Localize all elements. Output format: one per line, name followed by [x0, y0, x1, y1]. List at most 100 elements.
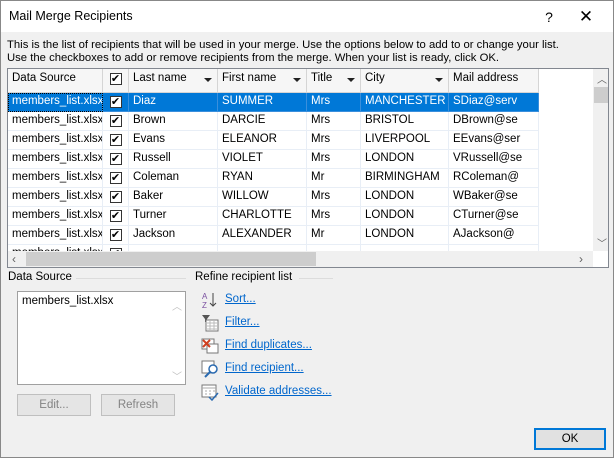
city-cell: LIVERPOOL [361, 131, 449, 150]
include-checkbox[interactable]: ✔ [109, 153, 122, 165]
data-source-cell: members_list.xlsx [8, 226, 103, 245]
city-cell: LONDON [361, 226, 449, 245]
help-button[interactable]: ? [537, 5, 561, 29]
city-cell: LONDON [361, 150, 449, 169]
divider [76, 278, 186, 279]
sort-link[interactable]: Sort... [225, 293, 256, 305]
title-cell: Mrs [307, 93, 361, 112]
dropdown-arrow-icon[interactable] [204, 78, 212, 82]
table-row[interactable]: members_list.xlsx ✔ Turner CHARLOTTE Mrs LOND… [8, 207, 593, 226]
include-cell[interactable]: ✔ [103, 150, 129, 169]
title-cell: Mr [307, 169, 361, 188]
scroll-up-icon: ︿ [172, 302, 182, 313]
select-all-checkbox[interactable]: ✔ [109, 73, 122, 85]
data-source-group-label: Data Source [8, 271, 72, 283]
last-name-cell: Coleman [129, 169, 218, 188]
data-source-cell: members_list.xlsx [8, 93, 103, 112]
column-header-title[interactable]: Title [307, 69, 361, 93]
include-cell[interactable]: ✔ [103, 188, 129, 207]
edit-button[interactable]: Edit... [17, 394, 91, 416]
column-header-first-name[interactable]: First name [218, 69, 307, 93]
table-row[interactable]: members_list.xlsx ✔ Diaz SUMMER Mrs MANCHESTE… [8, 93, 593, 112]
include-cell[interactable]: ✔ [103, 226, 129, 245]
table-row[interactable]: members_list.xlsx ✔ Jackson ALEXANDER Mr LOND… [8, 226, 593, 245]
include-checkbox[interactable]: ✔ [109, 134, 122, 146]
include-cell[interactable]: ✔ [103, 131, 129, 150]
data-source-cell: members_list.xlsx [8, 112, 103, 131]
last-name-cell: Diaz [129, 93, 218, 112]
include-cell[interactable]: ✔ [103, 112, 129, 131]
first-name-cell: ALEXANDER [218, 226, 307, 245]
column-header-data-source[interactable]: Data Source [8, 69, 103, 93]
ok-button[interactable]: OK [534, 428, 606, 450]
filter-icon [202, 315, 219, 332]
table-row[interactable]: members_list.xlsx ✔ Baker WILLOW Mrs LONDON WB… [8, 188, 593, 207]
scroll-left-icon[interactable]: ‹ [12, 252, 16, 266]
last-name-cell: Evans [129, 131, 218, 150]
intro-line: This is the list of recipients that will… [7, 39, 559, 51]
dropdown-arrow-icon[interactable] [347, 78, 355, 82]
include-checkbox[interactable]: ✔ [109, 96, 122, 108]
first-name-cell: RYAN [218, 169, 307, 188]
validate-addresses-link[interactable]: Validate addresses... [225, 385, 332, 397]
column-label: Mail address [453, 72, 519, 84]
scroll-up-icon[interactable]: ︿ [597, 71, 607, 86]
scrollbar-thumb[interactable] [26, 252, 316, 266]
scrollbar-thumb[interactable] [594, 87, 608, 103]
first-name-cell: WILLOW [218, 188, 307, 207]
last-name-cell: Jackson [129, 226, 218, 245]
find-recipient-link[interactable]: Find recipient... [225, 362, 304, 374]
table-row[interactable]: members_list.xlsx ✔ Coleman RYAN Mr BIRMINGHA… [8, 169, 593, 188]
mail-merge-recipients-dialog: Mail Merge Recipients ? ✕ This is the li… [0, 0, 614, 458]
refine-group-label: Refine recipient list [195, 271, 293, 283]
scroll-right-icon[interactable]: › [579, 252, 583, 266]
table-row[interactable]: members_list.xlsx ✔ Evans ELEANOR Mrs LIVERPO… [8, 131, 593, 150]
city-cell: LONDON [361, 207, 449, 226]
data-source-cell: members_list.xlsx [8, 169, 103, 188]
column-header-city[interactable]: City [361, 69, 449, 93]
city-cell: BRISTOL [361, 112, 449, 131]
data-source-listbox[interactable]: members_list.xlsx ︿ ﹀ [17, 291, 186, 385]
mail-address-cell: DBrown@se [449, 112, 539, 131]
dropdown-arrow-icon[interactable] [435, 78, 443, 82]
include-checkbox[interactable]: ✔ [109, 210, 122, 222]
table-row[interactable]: members_list.xlsx ✔ Russell VIOLET Mrs LONDON… [8, 150, 593, 169]
mail-address-cell: AJackson@ [449, 226, 539, 245]
grid-header: Data Source ✔ Last name First name Title… [8, 69, 539, 93]
column-label: Data Source [12, 72, 76, 84]
horizontal-scrollbar[interactable]: ‹ › [8, 251, 593, 267]
column-header-select-all[interactable]: ✔ [103, 69, 129, 93]
include-checkbox[interactable]: ✔ [109, 115, 122, 127]
data-source-item[interactable]: members_list.xlsx [22, 295, 113, 307]
column-label: Last name [133, 72, 187, 84]
validate-addresses-icon [201, 384, 219, 401]
include-checkbox[interactable]: ✔ [109, 229, 122, 241]
include-cell[interactable]: ✔ [103, 207, 129, 226]
find-recipient-icon [201, 360, 218, 378]
column-label: Title [311, 72, 333, 84]
refresh-button[interactable]: Refresh [101, 394, 175, 416]
title-cell: Mrs [307, 207, 361, 226]
first-name-cell: DARCIE [218, 112, 307, 131]
intro-line: Use the checkboxes to add or remove reci… [7, 52, 500, 64]
mail-address-cell: CTurner@se [449, 207, 539, 226]
table-row[interactable]: members_list.xlsx ✔ Brown DARCIE Mrs BRISTOL D… [8, 112, 593, 131]
column-header-mail-address[interactable]: Mail address [449, 69, 539, 93]
find-duplicates-link[interactable]: Find duplicates... [225, 339, 312, 351]
include-checkbox[interactable]: ✔ [109, 172, 122, 184]
data-source-cell: members_list.xlsx [8, 188, 103, 207]
recipients-grid[interactable]: Data Source ✔ Last name First name Title… [7, 68, 609, 268]
first-name-cell: ELEANOR [218, 131, 307, 150]
dropdown-arrow-icon[interactable] [293, 78, 301, 82]
column-label: First name [222, 72, 277, 84]
include-cell[interactable]: ✔ [103, 169, 129, 188]
include-cell[interactable]: ✔ [103, 93, 129, 112]
vertical-scrollbar[interactable]: ︿ ﹀ [593, 69, 608, 251]
column-header-last-name[interactable]: Last name [129, 69, 218, 93]
mail-address-cell: EEvans@ser [449, 131, 539, 150]
scroll-down-icon[interactable]: ﹀ [597, 235, 607, 250]
filter-link[interactable]: Filter... [225, 316, 260, 328]
close-button[interactable]: ✕ [571, 5, 601, 29]
include-checkbox[interactable]: ✔ [109, 191, 122, 203]
title-bar: Mail Merge Recipients ? ✕ [1, 1, 613, 32]
